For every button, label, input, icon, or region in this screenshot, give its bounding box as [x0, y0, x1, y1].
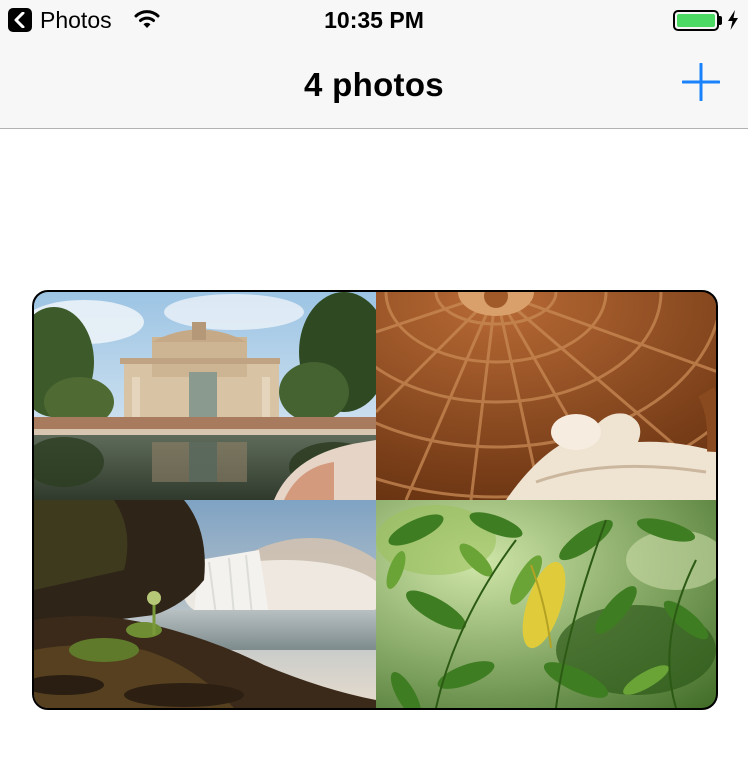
photo-dome-statue[interactable]	[376, 292, 716, 500]
photo-leaves[interactable]	[376, 500, 716, 708]
battery-nub	[719, 16, 722, 25]
navigation-header: Photos 10:35 PM 4 photos	[0, 0, 748, 129]
page-title: 4 photos	[304, 66, 444, 103]
photo-waterfall[interactable]	[34, 500, 376, 708]
charging-bolt-icon	[727, 10, 739, 35]
status-bar: Photos 10:35 PM	[0, 0, 748, 40]
photo-collage[interactable]	[32, 290, 718, 710]
status-time: 10:35 PM	[324, 7, 424, 33]
battery-icon	[673, 10, 719, 31]
add-photo-button[interactable]	[681, 62, 721, 102]
photo-pavilion[interactable]	[34, 292, 376, 500]
plus-icon	[681, 62, 721, 102]
